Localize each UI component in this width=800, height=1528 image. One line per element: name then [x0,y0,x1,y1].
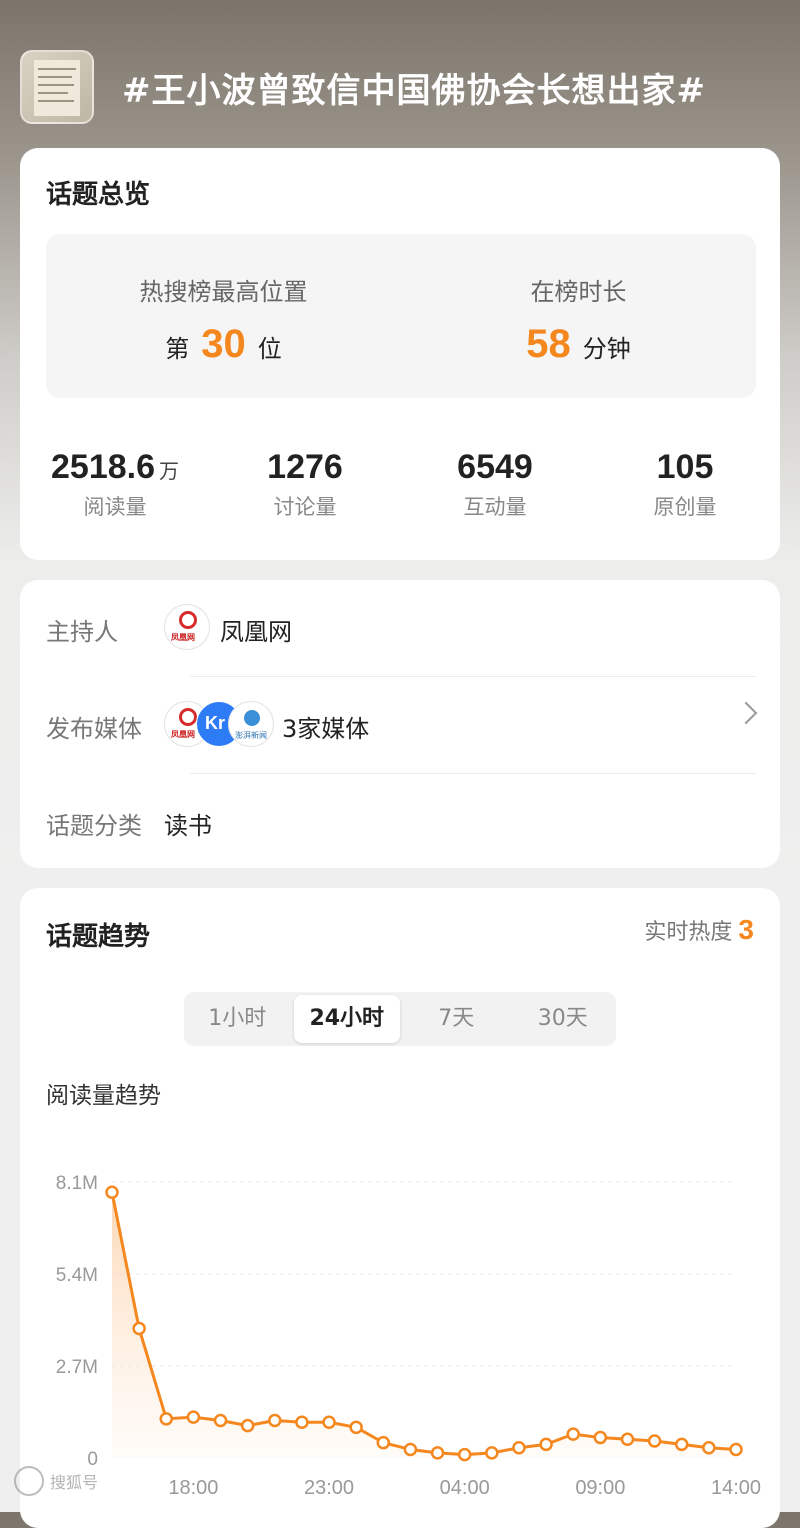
stat-label: 互动量 [463,495,527,519]
stat-label: 讨论量 [273,495,337,519]
stat-value: 2518.6 [51,448,155,486]
data-point [566,1427,580,1441]
y-tick-label: 2.7M [56,1357,98,1378]
trend-card: 话题趋势 实时热度 3 1小时 24小时 7天 30天 阅读量趋势 0 2.7M 5.… [20,888,780,1528]
rank-prefix: 第 [165,335,190,363]
data-point [485,1446,499,1460]
topic-title: #王小波曾致信中国佛协会长想出家# [122,70,706,111]
rank-value: 30 [201,322,246,366]
data-point [729,1442,743,1457]
rank-label: 热搜榜最高位置 [139,278,308,306]
chart-title: 阅读量趋势 [46,1083,161,1109]
realtime-value: 3 [738,914,754,945]
data-point [403,1442,418,1457]
data-point [539,1437,553,1452]
watermark-text: 搜狐号 [50,1473,99,1492]
x-tick-label: 18:00 [168,1477,218,1499]
category-label: 话题分类 [46,812,142,840]
duration-label: 在榜时长 [530,278,627,306]
data-point [512,1441,526,1455]
x-tick-label: 04:00 [440,1477,490,1499]
tab-30d[interactable]: 30天 [510,992,617,1046]
x-tick-label: 23:00 [304,1477,354,1499]
duration-value: 58 [526,322,571,366]
duration-unit: 分钟 [582,335,631,363]
chevron-right-icon[interactable] [734,701,758,725]
media-row[interactable]: 发布媒体 凤凰网 Kr 澎湃新闻 3家媒体 [46,677,758,774]
data-point [268,1413,282,1428]
host-row[interactable]: 主持人 凤凰网 凤凰网 [46,580,756,677]
rank-block: 热搜榜最高位置 第 30 位 [46,234,401,398]
data-point [430,1446,445,1460]
stat-value: 6549 [457,448,533,486]
info-card: 主持人 凤凰网 凤凰网 发布媒体 凤凰网 Kr 澎湃新闻 3家媒体 话题分类 读… [20,580,780,868]
trend-title: 话题趋势 [46,922,151,952]
stat-value: 1276 [267,448,343,486]
host-value: 凤凰网 [220,618,292,646]
stat-value: 105 [656,448,714,486]
stat-interactions: 6549 互动量 [400,448,590,528]
data-point [620,1432,635,1447]
data-point [674,1437,689,1452]
media-label: 发布媒体 [46,715,142,743]
realtime-label: 实时热度 [644,920,733,945]
data-point [240,1418,255,1433]
stat-unit: 万 [159,461,179,483]
rank-suffix: 位 [257,335,282,363]
stat-originals: 105 原创量 [590,448,780,528]
data-point [159,1412,174,1426]
data-point [647,1434,662,1448]
data-point [349,1420,363,1435]
paper-logo-icon: 澎湃新闻 [228,701,274,747]
duration-block: 在榜时长 58 分钟 [401,234,756,398]
host-label: 主持人 [46,618,118,646]
stats-row: 2518.6 万 阅读量 1276 讨论量 6549 互动量 105 原创量 [20,448,780,528]
category-row: 话题分类 读书 [46,774,756,871]
reads-trend-chart: 02.7M5.4M8.1M18:00 23:00 04:00 09:00 14:00 [56,1173,761,1499]
y-tick-label: 5.4M [56,1265,98,1286]
data-point [457,1447,472,1462]
stat-reads: 2518.6 万 阅读量 [20,448,210,528]
realtime-heat: 实时热度 3 [644,914,754,946]
category-value: 读书 [164,812,212,840]
data-point [213,1413,228,1428]
x-tick-label: 09:00 [575,1477,625,1499]
data-point [186,1410,201,1424]
data-point [376,1435,391,1450]
data-point [295,1415,309,1429]
topic-header: #王小波曾致信中国佛协会长想出家# [20,48,780,126]
data-point [593,1430,608,1445]
stat-label: 阅读量 [83,495,147,519]
series-line [110,1191,737,1457]
data-point [105,1185,119,1199]
ifeng-logo-icon: 凤凰网 [164,604,210,650]
data-point [322,1415,336,1429]
stat-label: 原创量 [653,495,717,519]
media-value: 3家媒体 [282,715,370,743]
tab-1h[interactable]: 1小时 [184,992,291,1046]
overview-title: 话题总览 [46,180,151,210]
overview-card: 话题总览 热搜榜最高位置 第 30 位 在榜时长 58 分钟 2518.6 万 阅… [20,148,780,560]
y-tick-label: 8.1M [56,1173,98,1194]
tab-7d[interactable]: 7天 [403,992,510,1046]
x-tick-label: 14:00 [711,1477,761,1499]
time-range-tabs: 1小时 24小时 7天 30天 [184,992,616,1046]
data-point [132,1321,146,1336]
stat-discussions: 1276 讨论量 [210,448,400,528]
watermark: 搜狐号 [14,1466,98,1496]
data-point [702,1441,716,1455]
tab-24h[interactable]: 24小时 [293,995,400,1043]
topic-thumbnail[interactable] [20,50,94,124]
watermark-logo-icon [14,1466,44,1496]
summary-box: 热搜榜最高位置 第 30 位 在榜时长 58 分钟 [46,234,756,398]
